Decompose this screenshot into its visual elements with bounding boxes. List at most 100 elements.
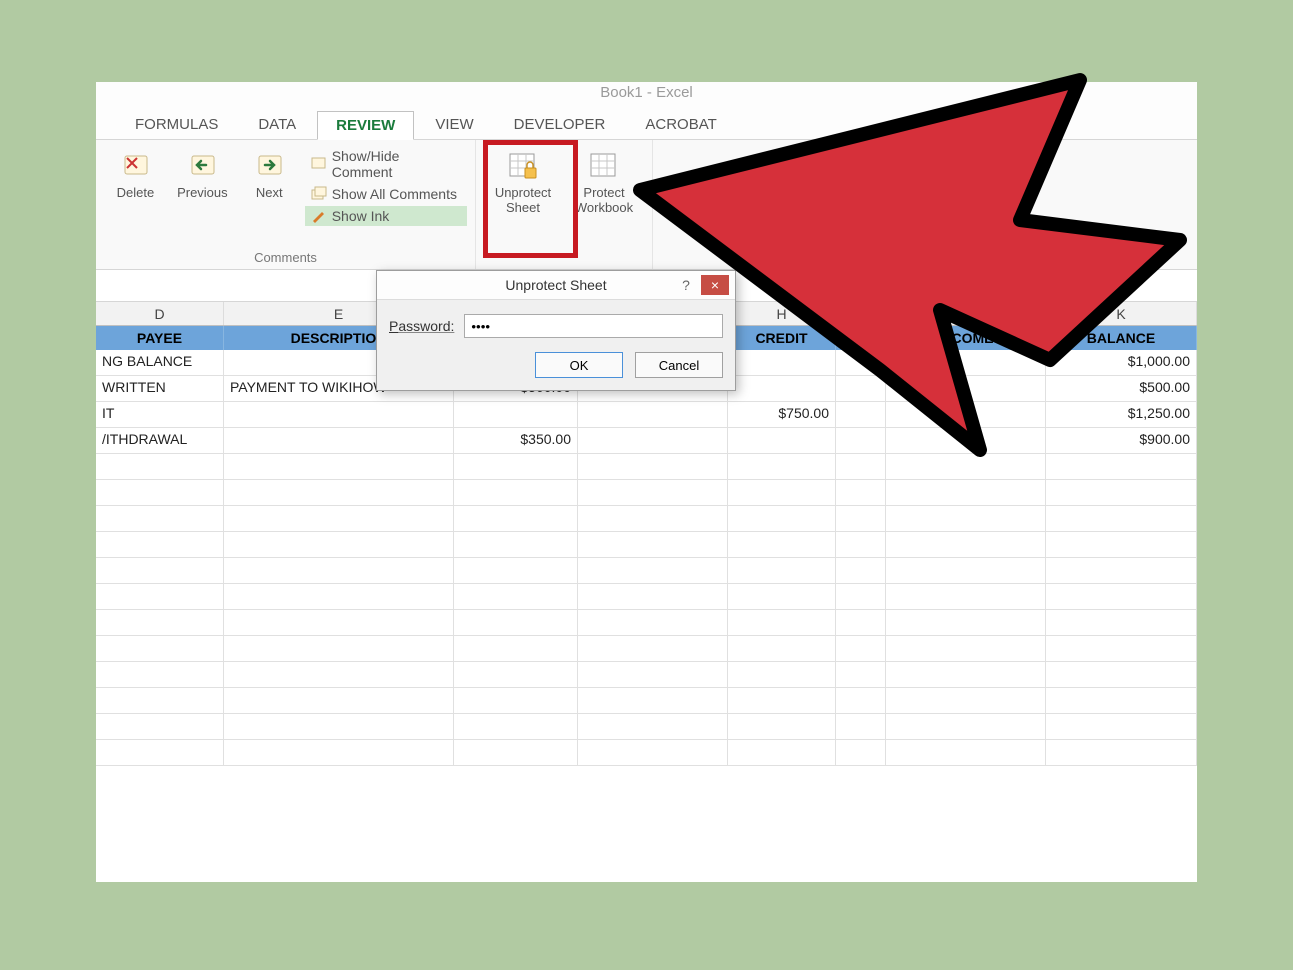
cell[interactable] <box>454 610 578 635</box>
cell[interactable] <box>454 584 578 609</box>
cell[interactable] <box>836 532 886 557</box>
cell[interactable] <box>728 688 836 713</box>
cell[interactable] <box>224 636 454 661</box>
show-hide-comment-button[interactable]: Show/Hide Comment <box>305 146 467 182</box>
cell[interactable] <box>1046 532 1197 557</box>
cell-debit[interactable]: $350.00 <box>454 428 578 453</box>
cell-income[interactable] <box>886 350 1046 375</box>
cell[interactable] <box>578 584 728 609</box>
cell[interactable] <box>886 558 1046 583</box>
password-input[interactable] <box>464 314 723 338</box>
cell[interactable] <box>454 714 578 739</box>
cell[interactable] <box>836 688 886 713</box>
cell-credit[interactable] <box>728 376 836 401</box>
cell[interactable] <box>578 662 728 687</box>
cell[interactable] <box>454 740 578 765</box>
cell[interactable] <box>728 532 836 557</box>
cell[interactable] <box>224 688 454 713</box>
cell[interactable] <box>728 558 836 583</box>
cell[interactable] <box>96 558 224 583</box>
cell[interactable] <box>886 532 1046 557</box>
cell[interactable] <box>836 610 886 635</box>
cell[interactable] <box>578 506 728 531</box>
cell[interactable] <box>96 688 224 713</box>
tab-developer[interactable]: DEVELOPER <box>495 110 625 139</box>
cell[interactable] <box>96 714 224 739</box>
cell-blank[interactable] <box>836 350 886 375</box>
cell[interactable] <box>454 454 578 479</box>
cell-blank[interactable] <box>836 402 886 427</box>
cell[interactable] <box>578 636 728 661</box>
cell[interactable] <box>96 454 224 479</box>
cell[interactable] <box>96 636 224 661</box>
cell[interactable] <box>886 740 1046 765</box>
cell[interactable] <box>578 532 728 557</box>
cell-income[interactable] <box>886 376 1046 401</box>
cell[interactable] <box>836 740 886 765</box>
cancel-button[interactable]: Cancel <box>635 352 723 378</box>
cell[interactable] <box>836 558 886 583</box>
cell-blank[interactable] <box>836 376 886 401</box>
cell[interactable] <box>836 636 886 661</box>
cell[interactable] <box>578 688 728 713</box>
col-header-H[interactable]: H <box>728 302 836 325</box>
cell-blank[interactable] <box>836 428 886 453</box>
dialog-close-button[interactable]: × <box>701 275 729 295</box>
cell[interactable] <box>886 714 1046 739</box>
cell-balance[interactable]: $500.00 <box>1046 376 1197 401</box>
cell-payee[interactable]: IT <box>96 402 224 427</box>
cell[interactable] <box>96 480 224 505</box>
cell[interactable] <box>224 584 454 609</box>
cell-description[interactable] <box>224 402 454 427</box>
cell[interactable] <box>1046 688 1197 713</box>
cell[interactable] <box>836 714 886 739</box>
tab-formulas[interactable]: FORMULAS <box>116 110 237 139</box>
cell[interactable] <box>836 662 886 687</box>
cell[interactable] <box>886 636 1046 661</box>
cell[interactable] <box>224 480 454 505</box>
col-header-J[interactable] <box>886 302 1046 325</box>
cell[interactable] <box>224 558 454 583</box>
cell[interactable] <box>578 454 728 479</box>
cell[interactable] <box>1046 584 1197 609</box>
cell[interactable] <box>96 584 224 609</box>
dialog-help-button[interactable]: ? <box>675 277 697 293</box>
next-comment-button[interactable]: Next <box>238 146 301 248</box>
cell[interactable] <box>1046 558 1197 583</box>
cell[interactable] <box>836 480 886 505</box>
protect-workbook-button[interactable]: Protect Workbook <box>564 146 644 267</box>
cell[interactable] <box>728 584 836 609</box>
col-header-I[interactable]: I <box>836 302 886 325</box>
cell[interactable] <box>224 740 454 765</box>
cell[interactable] <box>224 714 454 739</box>
cell[interactable] <box>886 480 1046 505</box>
cell[interactable] <box>96 610 224 635</box>
cell[interactable] <box>728 454 836 479</box>
cell[interactable] <box>224 506 454 531</box>
col-header-K[interactable]: K <box>1046 302 1197 325</box>
cell[interactable] <box>728 636 836 661</box>
cell-payee[interactable]: WRITTEN <box>96 376 224 401</box>
cell[interactable] <box>578 610 728 635</box>
cell[interactable] <box>836 506 886 531</box>
cell-credit[interactable] <box>728 428 836 453</box>
cell-balance[interactable]: $1,000.00 <box>1046 350 1197 375</box>
cell[interactable] <box>1046 740 1197 765</box>
cell[interactable] <box>454 688 578 713</box>
cell[interactable] <box>728 610 836 635</box>
cell-credit[interactable]: $750.00 <box>728 402 836 427</box>
cell[interactable] <box>578 480 728 505</box>
cell[interactable] <box>578 714 728 739</box>
cell[interactable] <box>1046 480 1197 505</box>
cell[interactable] <box>224 532 454 557</box>
delete-comment-button[interactable]: Delete <box>104 146 167 248</box>
cell[interactable] <box>1046 454 1197 479</box>
cell[interactable] <box>728 662 836 687</box>
cell[interactable] <box>96 662 224 687</box>
cell[interactable] <box>886 610 1046 635</box>
cell-income[interactable] <box>886 428 1046 453</box>
cell[interactable] <box>886 688 1046 713</box>
cell[interactable] <box>836 454 886 479</box>
tab-view[interactable]: VIEW <box>416 110 492 139</box>
cell-description[interactable] <box>224 428 454 453</box>
